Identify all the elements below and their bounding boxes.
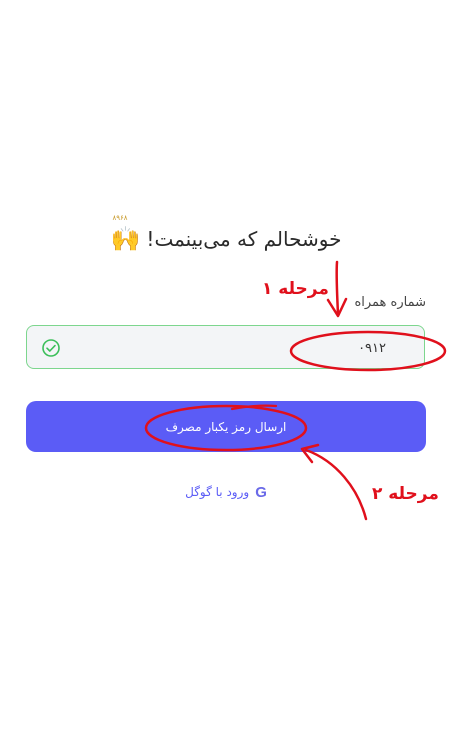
send-otp-button[interactable]: ارسال رمز یکبار مصرف: [26, 401, 426, 452]
phone-field[interactable]: [26, 325, 425, 370]
google-icon: G: [255, 483, 267, 501]
annotation-overlay: [144, 260, 447, 521]
emoji-caption: ۸۹۶۸: [112, 214, 128, 222]
google-login-label: ورود با گوگل: [185, 485, 250, 499]
step-1-annotation: مرحله ۱: [262, 279, 329, 299]
phone-input[interactable]: [54, 326, 388, 370]
welcome-heading: خوشحالم که می‌بینمت! 🙌 ۸۹۶۸: [0, 215, 452, 256]
raised-hands-emoji: 🙌 ۸۹۶۸: [110, 215, 141, 253]
raised-hands-icon: 🙌: [110, 225, 141, 253]
down-arrow-head: [326, 297, 348, 318]
down-arrow-line: [335, 260, 340, 317]
step-2-annotation: مرحله ۲: [372, 484, 439, 504]
check-circle-icon: [42, 339, 60, 357]
send-otp-label: ارسال رمز یکبار مصرف: [165, 419, 287, 434]
phone-label: شماره همراه: [354, 295, 426, 310]
welcome-text: خوشحالم که می‌بینمت!: [146, 227, 342, 251]
